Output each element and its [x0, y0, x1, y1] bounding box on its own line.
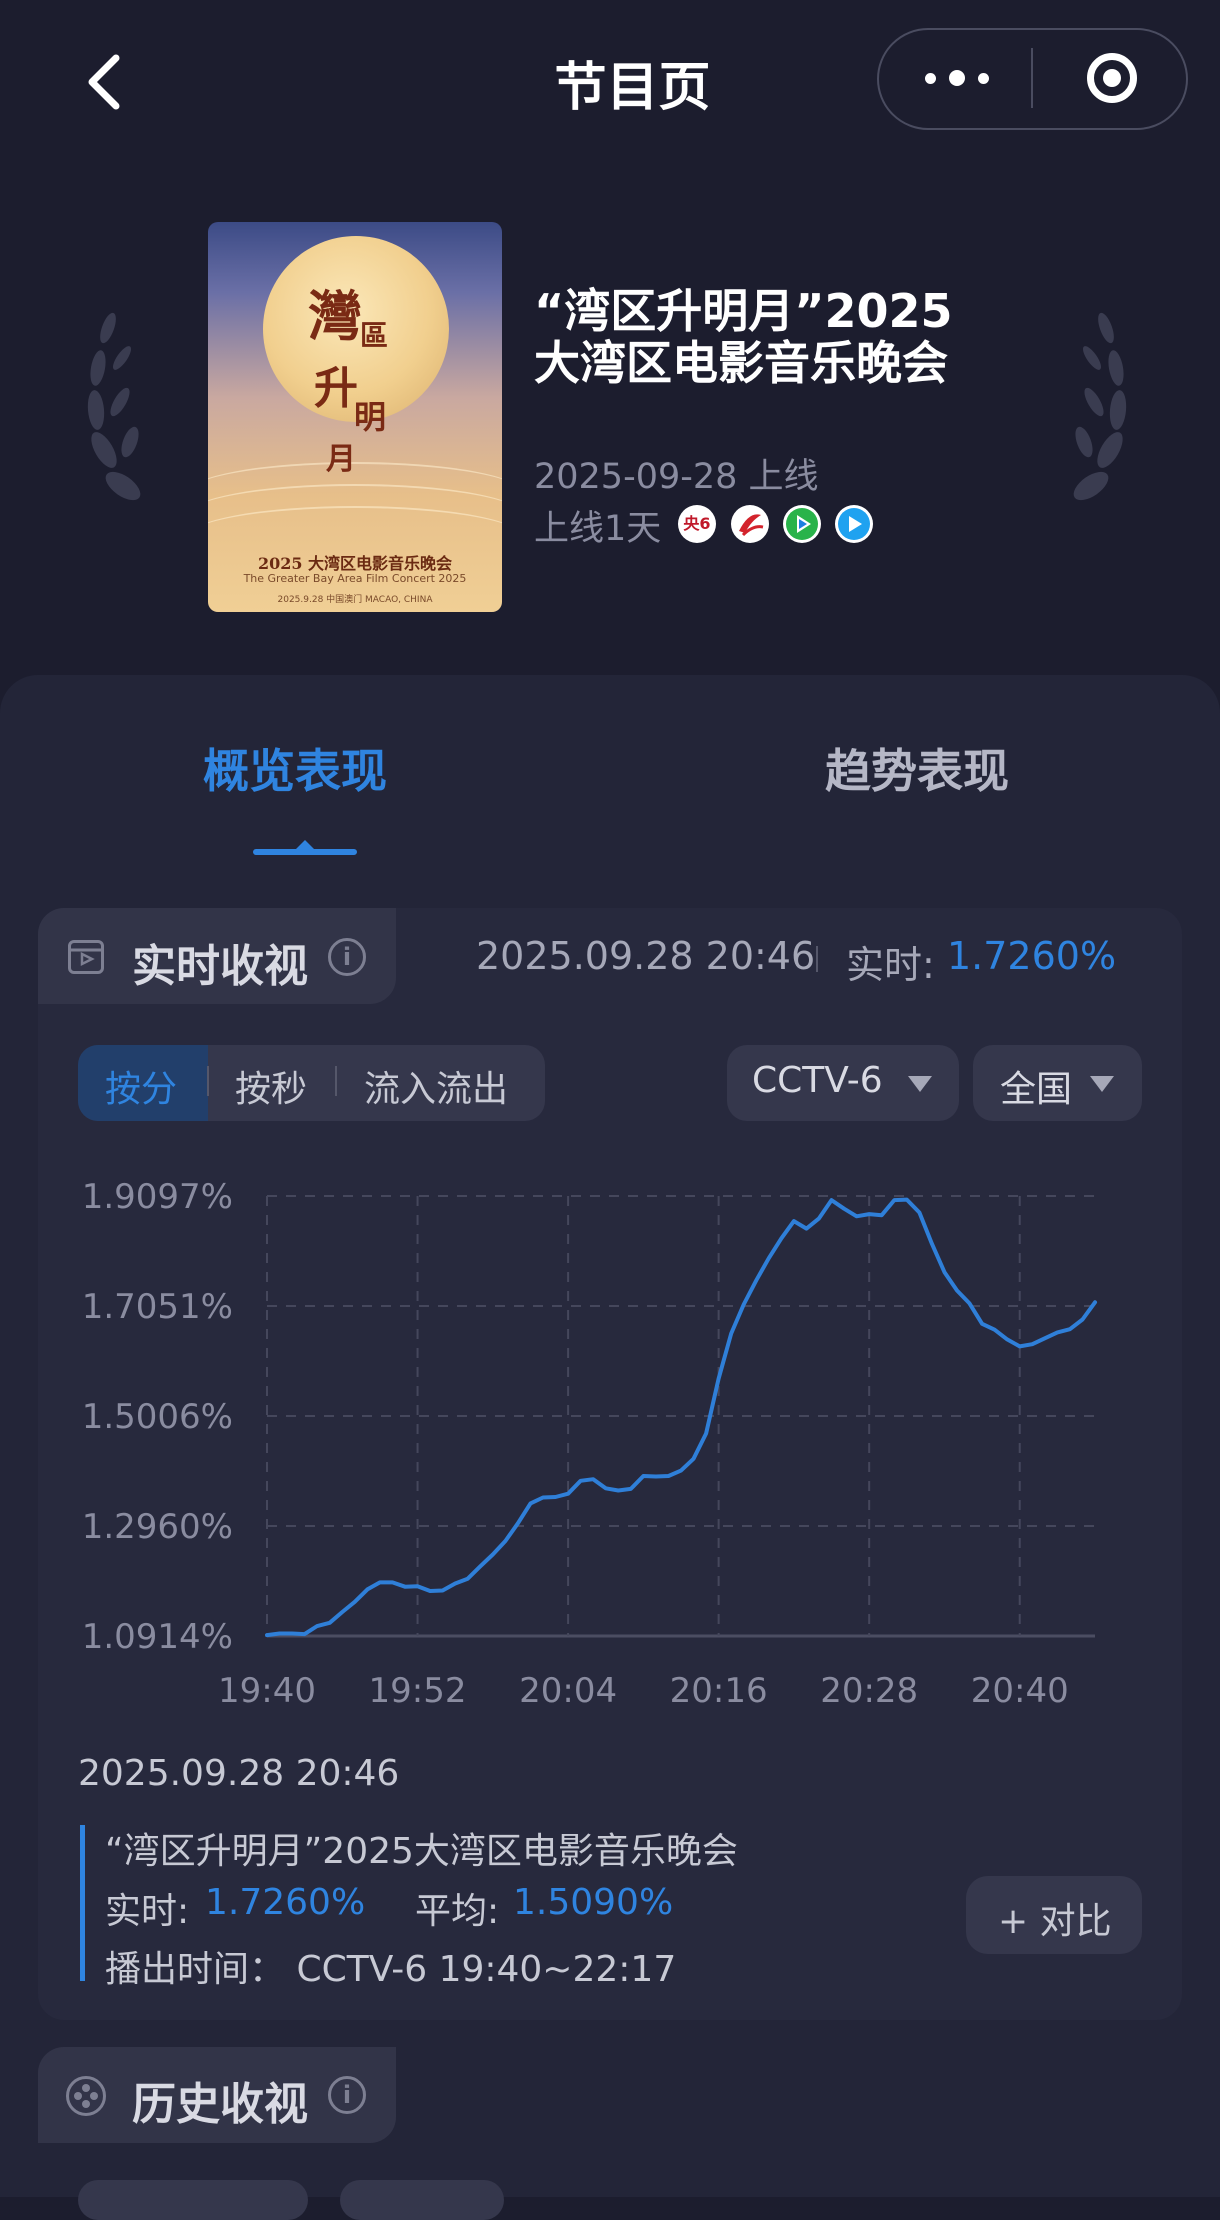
- y-tick-label: 1.0914%: [82, 1617, 233, 1657]
- history-label: 历史收视: [132, 2079, 308, 2130]
- x-tick-label: 19:40: [218, 1671, 316, 1711]
- selection-accent-bar: [80, 1825, 85, 1981]
- x-tick-label: 20:28: [820, 1671, 918, 1711]
- x-tick-label: 20:40: [971, 1671, 1069, 1711]
- compare-button-label: + 对比: [998, 1901, 1112, 1942]
- y-tick-label: 1.2960%: [82, 1507, 233, 1547]
- selection-airtime: 播出时间： CCTV-6 19:40~22:17: [105, 1949, 677, 1990]
- selection-timestamp: 2025.09.28 20:46: [78, 1753, 400, 1794]
- x-tick-label: 19:52: [369, 1671, 467, 1711]
- info-icon[interactable]: i: [328, 2076, 366, 2114]
- y-tick-label: 1.5006%: [82, 1397, 233, 1437]
- history-filter-pill[interactable]: [78, 2180, 308, 2220]
- x-tick-label: 20:04: [519, 1671, 617, 1711]
- selection-rt-label: 实时:: [105, 1891, 190, 1932]
- selection-avg-value: 1.5090%: [513, 1882, 674, 1923]
- y-tick-label: 1.9097%: [82, 1177, 233, 1217]
- realtime-rating-chart[interactable]: 1.9097% 1.7051% 1.5006% 1.2960% 1.0914% 19:40…: [0, 0, 1220, 1760]
- selection-rt-value: 1.7260%: [205, 1882, 366, 1923]
- x-tick-label: 20:16: [670, 1671, 768, 1711]
- rating-series-line: [265, 1197, 1097, 1638]
- film-reel-icon: [66, 2076, 106, 2116]
- selection-avg-label: 平均:: [415, 1891, 500, 1932]
- history-filter-pill[interactable]: [340, 2180, 504, 2220]
- y-tick-label: 1.7051%: [82, 1287, 233, 1327]
- selection-program-name: “湾区升明月”2025大湾区电影音乐晚会: [105, 1831, 738, 1872]
